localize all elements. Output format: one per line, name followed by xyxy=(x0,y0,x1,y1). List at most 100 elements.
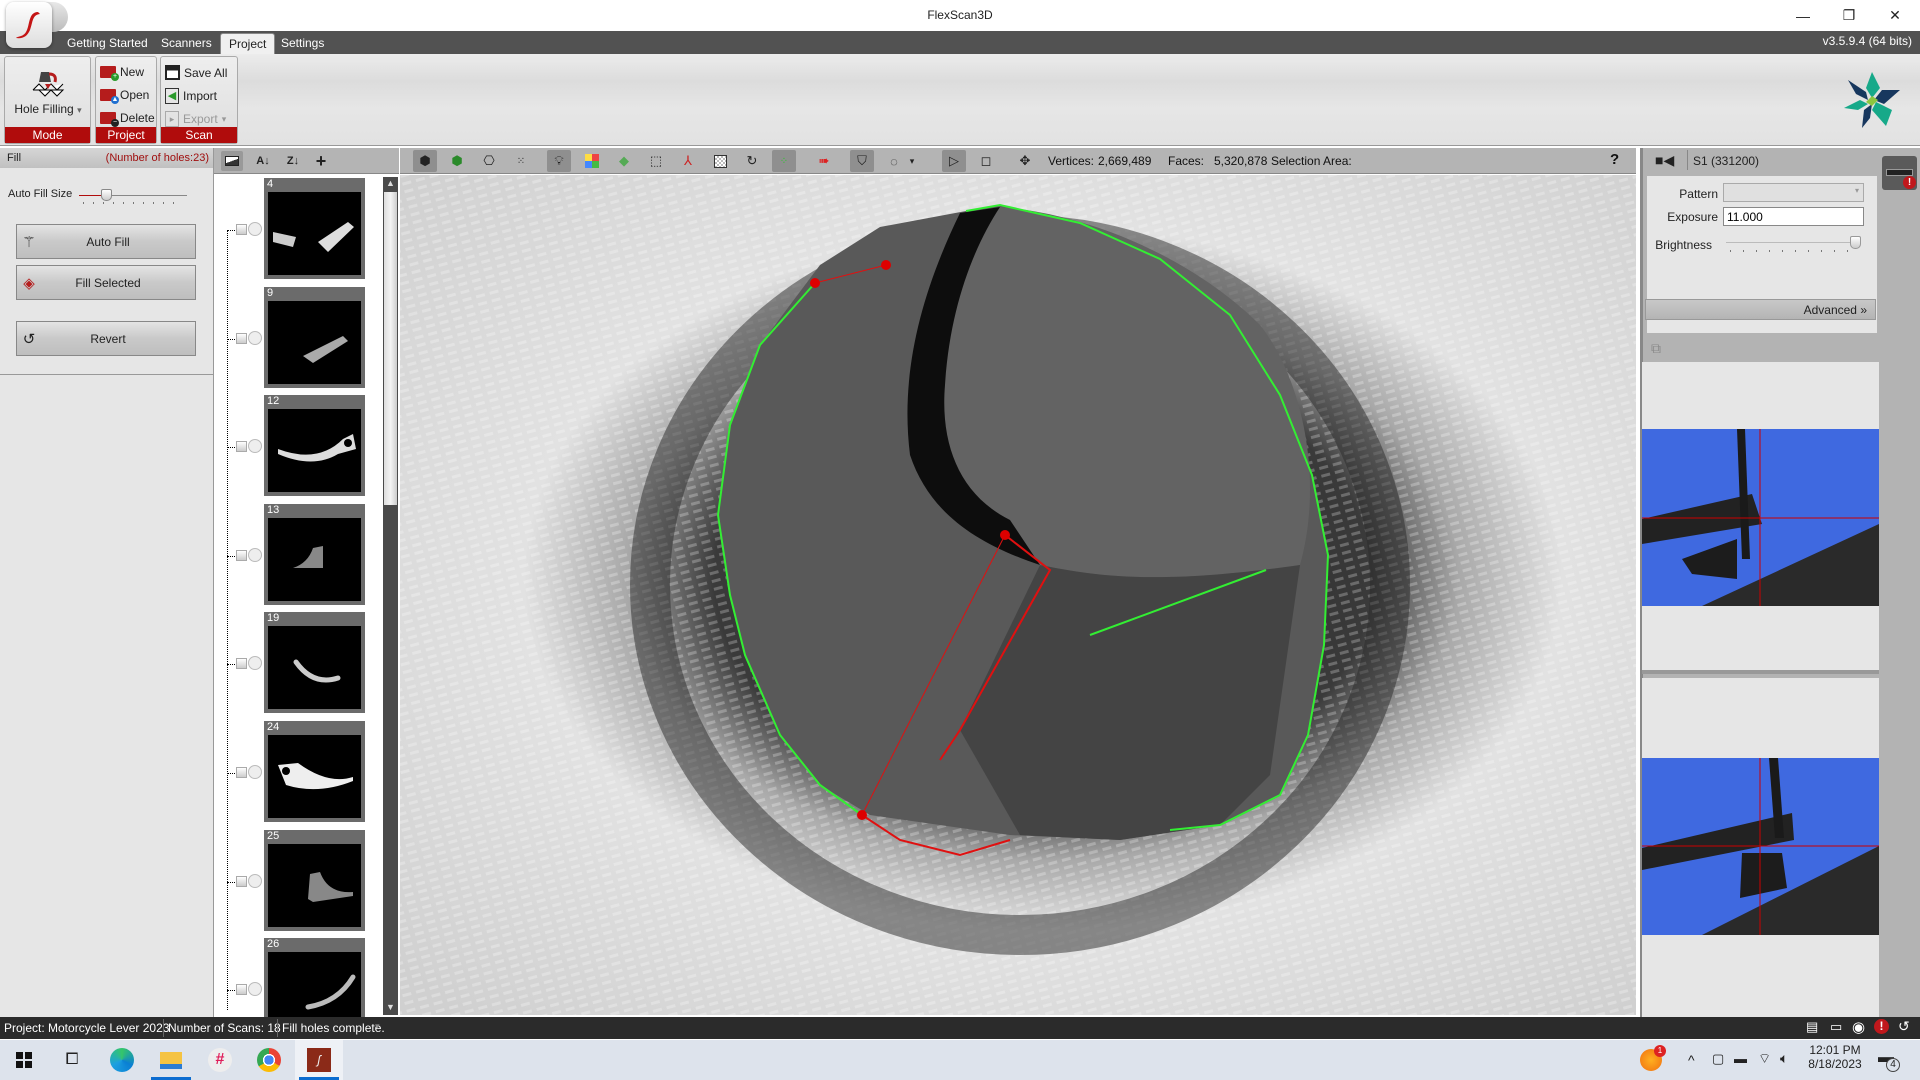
lasso-select-button[interactable]: ⛉ xyxy=(850,150,874,172)
log-icon[interactable]: ▤ xyxy=(1806,1019,1818,1035)
start-button[interactable] xyxy=(0,1040,48,1080)
camera-status-button[interactable]: ! xyxy=(1882,156,1917,190)
status-message[interactable]: Fill holes complete. xyxy=(282,1021,385,1035)
slider-thumb[interactable] xyxy=(1850,236,1861,249)
scan-render-toggle-icon[interactable] xyxy=(248,222,262,236)
scan-render-toggle-icon[interactable] xyxy=(248,873,262,888)
scan-render-toggle-icon[interactable] xyxy=(248,765,262,779)
scan-visibility-checkbox[interactable] xyxy=(236,549,247,561)
auto-fill-size-slider[interactable] xyxy=(79,189,187,206)
scan-visibility-checkbox[interactable] xyxy=(236,441,247,453)
color-map-button[interactable] xyxy=(580,150,604,172)
axes-button[interactable]: ⅄ xyxy=(676,150,700,172)
control-point[interactable] xyxy=(1000,530,1010,540)
import-button[interactable]: ◀ Import xyxy=(165,88,217,104)
task-view-button[interactable]: ⧠ xyxy=(48,1040,96,1080)
add-scan-button[interactable]: + xyxy=(310,151,332,171)
pattern-select[interactable]: ▾ xyxy=(1723,183,1864,202)
save-all-button[interactable]: Save All xyxy=(165,65,227,80)
sort-az-button[interactable]: A↓ xyxy=(252,151,274,171)
scan-list-item[interactable]: 19 xyxy=(264,612,365,714)
scroll-up-icon[interactable]: ▲ xyxy=(384,178,397,191)
fill-selected-button[interactable]: ◈ Fill Selected xyxy=(16,265,196,300)
help-button[interactable]: ? xyxy=(1610,151,1619,168)
thumbnail-view-button[interactable] xyxy=(221,151,243,171)
control-point[interactable] xyxy=(857,810,867,820)
tab-scanners[interactable]: Scanners xyxy=(153,33,220,54)
wifi-icon[interactable]: ⌔ xyxy=(1758,1050,1771,1068)
camera-image-2[interactable] xyxy=(1642,758,1879,935)
bounding-box-button[interactable]: ⬚ xyxy=(644,150,668,172)
dropdown-arrow-icon[interactable]: ▾ xyxy=(375,1021,380,1032)
undo-icon[interactable]: ↺ xyxy=(1898,1018,1910,1035)
select-mode-dropdown[interactable]: ▾ xyxy=(906,150,918,172)
flexscan-taskbar-button[interactable]: ʃ xyxy=(295,1040,343,1080)
scan-list-item[interactable]: 25 xyxy=(264,829,365,931)
swap-view-icon[interactable]: ⧉ xyxy=(1651,340,1661,357)
scan-visibility-checkbox[interactable] xyxy=(236,984,247,996)
camera-image-1[interactable] xyxy=(1642,429,1879,606)
play-button[interactable]: ▷ xyxy=(942,150,966,172)
minimize-button[interactable]: — xyxy=(1780,0,1826,31)
scan-list-item[interactable]: 24 xyxy=(264,721,365,822)
reset-view-button[interactable]: ↻ xyxy=(740,150,764,172)
slack-button[interactable]: # xyxy=(196,1040,244,1080)
scan-visibility-checkbox[interactable] xyxy=(236,875,247,887)
tab-getting-started[interactable]: Getting Started xyxy=(59,33,156,54)
sort-za-button[interactable]: Z↓ xyxy=(282,151,304,171)
scan-visibility-checkbox[interactable] xyxy=(236,767,247,778)
solid-view-button[interactable]: ⬢ xyxy=(413,150,437,172)
scan-list-item[interactable]: 12 xyxy=(264,395,365,497)
hole-filling-mode-button[interactable]: Hole Filling ▾ xyxy=(7,61,89,123)
align-button[interactable]: ◆ xyxy=(612,150,636,172)
scan-render-toggle-icon[interactable] xyxy=(248,330,262,345)
scroll-down-icon[interactable]: ▼ xyxy=(384,1002,397,1015)
stop-button[interactable]: ◻ xyxy=(974,150,998,172)
point-cloud-view-button[interactable]: ⁙ xyxy=(509,150,533,172)
tab-settings[interactable]: Settings xyxy=(273,33,332,54)
revert-button[interactable]: ↺ Revert xyxy=(16,321,196,356)
scan-visibility-checkbox[interactable] xyxy=(236,658,247,670)
splitter-handle[interactable] xyxy=(1642,670,1879,674)
texture-view-button[interactable]: ⬢ xyxy=(445,150,469,172)
tab-project[interactable]: Project xyxy=(220,33,276,54)
pan-button[interactable]: ✥ xyxy=(1013,150,1037,172)
volume-icon[interactable]: 🔈︎ xyxy=(1780,1050,1788,1067)
camera-tray-icon[interactable]: ▢ xyxy=(1712,1051,1724,1067)
new-project-button[interactable]: + New xyxy=(100,65,144,81)
target-icon[interactable]: ◉ xyxy=(1852,1018,1865,1036)
lighting-button[interactable]: 💡︎ xyxy=(547,150,571,172)
battery-icon[interactable]: ▬ xyxy=(1734,1051,1747,1066)
error-icon[interactable]: ! xyxy=(1874,1019,1889,1034)
slider-thumb[interactable] xyxy=(101,189,113,201)
control-point[interactable] xyxy=(810,278,820,288)
restore-button[interactable]: ❐ xyxy=(1826,0,1872,31)
auto-fill-button[interactable]: ⚚ Auto Fill xyxy=(16,224,196,259)
wireframe-view-button[interactable]: ⎔ xyxy=(477,150,501,172)
chrome-button[interactable] xyxy=(245,1040,293,1080)
scrollbar-thumb[interactable] xyxy=(384,192,397,505)
delete-project-button[interactable]: − Delete xyxy=(100,111,155,127)
scan-list-item[interactable]: 13 xyxy=(264,503,365,605)
exposure-input[interactable] xyxy=(1723,207,1864,226)
3d-viewport[interactable] xyxy=(400,175,1636,1015)
file-explorer-button[interactable] xyxy=(147,1040,195,1080)
app-logo-button[interactable] xyxy=(6,2,52,48)
move-selection-button[interactable]: ➠ xyxy=(812,150,836,172)
export-button[interactable]: ▸ Export ▾ xyxy=(165,111,226,127)
open-project-button[interactable]: ▲ Open xyxy=(100,88,149,104)
edge-button[interactable] xyxy=(98,1040,146,1080)
scan-render-toggle-icon[interactable] xyxy=(248,547,262,562)
advanced-toggle[interactable]: Advanced » xyxy=(1645,299,1876,320)
control-point[interactable] xyxy=(881,260,891,270)
console-icon[interactable]: ▭ xyxy=(1830,1019,1842,1035)
clock[interactable]: 12:01 PM 8/18/2023 xyxy=(1805,1043,1865,1071)
show-hidden-icons[interactable]: ^ xyxy=(1688,1052,1695,1068)
scan-list-item[interactable]: 4 xyxy=(264,178,365,279)
scan-list-item[interactable]: 9 xyxy=(264,286,365,388)
show-points-button[interactable]: ⁘ xyxy=(772,150,796,172)
brightness-slider[interactable] xyxy=(1726,236,1861,252)
scan-visibility-checkbox[interactable] xyxy=(236,332,247,344)
circle-select-button[interactable]: ◌ xyxy=(882,150,906,172)
close-button[interactable]: ✕ xyxy=(1872,0,1918,31)
